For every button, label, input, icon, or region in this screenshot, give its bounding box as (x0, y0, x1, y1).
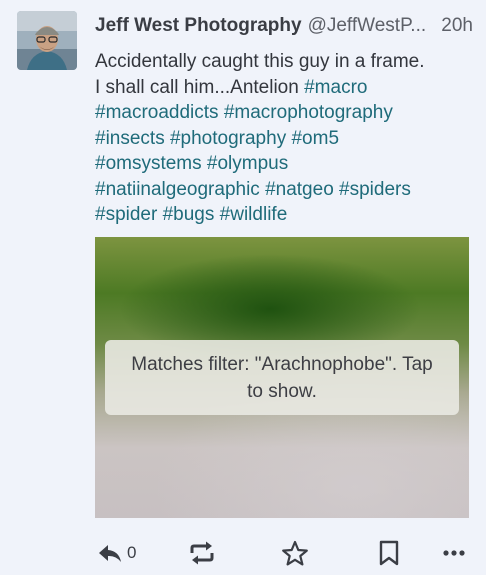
post-header: Jeff West Photography @JeffWestP... 20h (95, 13, 473, 39)
hashtag-link[interactable]: #bugs (163, 204, 215, 225)
hashtag-link[interactable]: #spiders (339, 179, 411, 200)
post-actions-bar: 0 (95, 534, 475, 572)
post-text-line-1: Accidentally caught this guy in a frame. (95, 51, 425, 72)
post-text-line-2: I shall call him...Antelion #macro (95, 75, 473, 101)
hashtag-link[interactable]: #natgeo (265, 179, 334, 200)
bookmark-button[interactable] (378, 534, 400, 572)
post-hashtag-line: #natiinalgeographic #natgeo #spiders (95, 177, 473, 203)
boost-icon (190, 541, 214, 565)
blurred-media-preview[interactable]: Matches filter: "Arachnophobe". Tap to s… (95, 237, 469, 518)
post-hashtag-line: #insects #photography #om5 (95, 126, 473, 152)
account-handle[interactable]: @JeffWestP... (308, 13, 434, 39)
hashtag-link[interactable]: #spider (95, 204, 157, 225)
post-time[interactable]: 20h (441, 13, 473, 39)
hashtag-link[interactable]: #macroaddicts (95, 102, 219, 123)
hashtag-link[interactable]: #om5 (291, 128, 339, 149)
star-icon (282, 540, 308, 565)
post-hashtag-line: #spider #bugs #wildlife (95, 202, 473, 228)
reply-button[interactable]: 0 (97, 534, 136, 572)
avatar-photo (17, 11, 77, 70)
display-name[interactable]: Jeff West Photography (95, 13, 302, 39)
hashtag-link[interactable]: #photography (170, 128, 286, 149)
reply-count: 0 (127, 543, 137, 562)
hashtag-link[interactable]: #insects (95, 128, 165, 149)
hashtag-link[interactable]: #wildlife (220, 204, 288, 225)
favourite-button[interactable] (281, 534, 309, 572)
hashtag-link[interactable]: #natiinalgeographic (95, 179, 260, 200)
post-hashtag-line: #macroaddicts #macrophotography (95, 100, 473, 126)
reply-icon (99, 545, 121, 562)
hashtag-link[interactable]: #olympus (207, 153, 288, 174)
more-options-button[interactable] (442, 534, 466, 572)
post-content: Accidentally caught this guy in a frame.… (95, 49, 473, 228)
hashtag-link[interactable]: #macrophotography (224, 102, 393, 123)
hashtag-link[interactable]: #macro (304, 77, 367, 98)
more-icon (443, 550, 465, 556)
avatar[interactable] (17, 11, 77, 70)
post-text-intro: I shall call him...Antelion (95, 76, 299, 98)
boost-button[interactable] (188, 534, 216, 572)
hashtag-link[interactable]: #omsystems (95, 153, 202, 174)
bookmark-icon (379, 540, 399, 566)
content-filter-warning[interactable]: Matches filter: "Arachnophobe". Tap to s… (105, 340, 459, 415)
post-hashtag-line: #omsystems #olympus (95, 151, 473, 177)
